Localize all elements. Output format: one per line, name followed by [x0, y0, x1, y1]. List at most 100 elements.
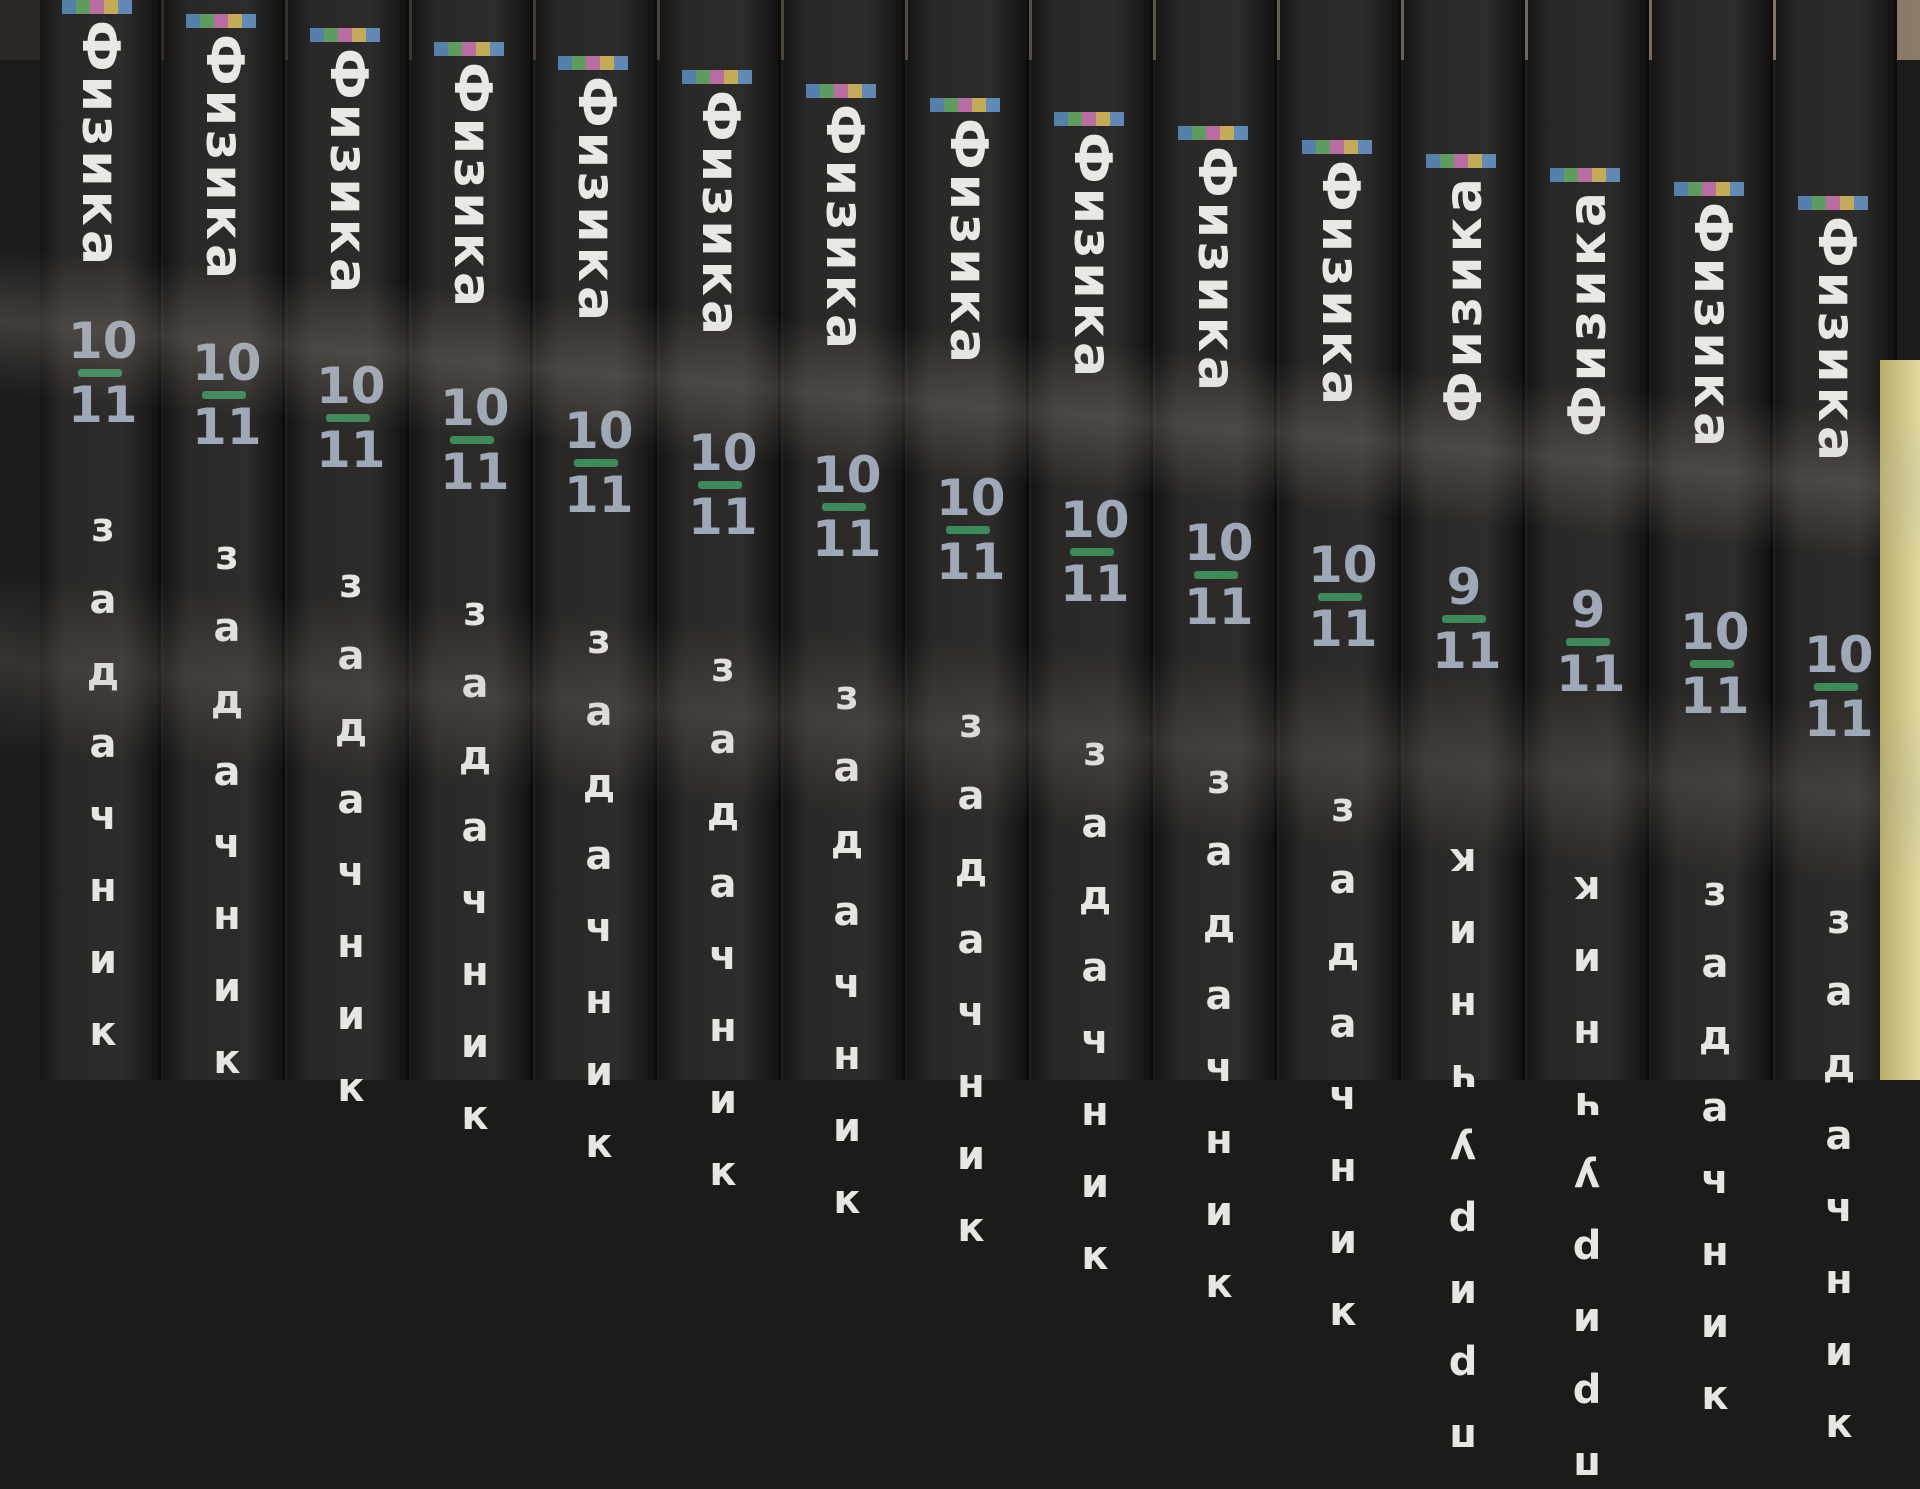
grade-top: 10 — [1308, 536, 1378, 594]
spine-title: Физика — [318, 48, 378, 298]
spine-subtitle: задачник — [328, 561, 374, 1137]
book-spine: Физика 9 11 приручник — [1528, 0, 1649, 1489]
grade-label: 10 11 — [688, 427, 758, 543]
bookshelf: Физика 10 11 задачник Физика 10 11 задачник Физи… — [0, 0, 1920, 1489]
shelf-edge — [1880, 360, 1920, 1080]
book-spine: Физика 10 11 задачник — [1776, 0, 1897, 1473]
color-strip — [1674, 182, 1744, 196]
grade-label: 10 11 — [936, 472, 1006, 588]
grade-bottom: 11 — [1184, 577, 1254, 636]
grade-label: 10 11 — [316, 360, 386, 476]
spine-subtitle: задачник — [452, 589, 498, 1165]
book-spine: Физика 10 11 задачник — [536, 0, 657, 1193]
grade-top: 10 — [812, 446, 882, 505]
grade-top: 10 — [564, 401, 634, 460]
grade-top: 10 — [936, 468, 1006, 527]
grade-top: 10 — [1804, 625, 1874, 684]
spine-subtitle: задачник — [1816, 897, 1862, 1473]
spine-subtitle: задачник — [80, 505, 126, 1081]
grade-top: 9 — [1446, 558, 1482, 617]
spine-title: Физика — [566, 76, 626, 326]
spine-title: Физика — [1434, 174, 1494, 424]
color-strip — [1054, 112, 1124, 126]
grade-bottom: 11 — [192, 398, 262, 457]
spine-title: Физика — [442, 62, 502, 312]
grade-label: 10 11 — [192, 337, 262, 453]
grade-label: 10 11 — [440, 382, 510, 498]
spine-subtitle: задачник — [1320, 785, 1366, 1361]
grade-bottom: 11 — [564, 465, 634, 524]
book-spine: Физика 10 11 задачник — [660, 0, 781, 1221]
grade-label: 10 11 — [812, 449, 882, 565]
book-spine: Физика 10 11 задачник — [1652, 0, 1773, 1445]
spine-title: Физика — [690, 90, 750, 340]
grade-bottom: 11 — [1060, 555, 1130, 614]
spine-subtitle: приручник — [1564, 841, 1610, 1489]
grade-label: 9 11 — [1432, 558, 1502, 677]
spine-subtitle: задачник — [824, 673, 870, 1249]
book-spine: Физика 10 11 задачник — [40, 0, 161, 1081]
spine-subtitle: задачник — [700, 645, 746, 1221]
grade-top: 10 — [316, 356, 386, 415]
grade-label: 10 11 — [1060, 494, 1130, 610]
spine-title: Физика — [1062, 132, 1122, 382]
grade-top: 10 — [1060, 491, 1130, 550]
spine-title: Физика — [814, 104, 874, 354]
spine-title: Физика — [1558, 188, 1618, 438]
color-strip — [1426, 154, 1496, 168]
book-spine: Физика 10 11 задачник — [908, 0, 1029, 1277]
grade-label: 10 11 — [1308, 539, 1378, 655]
color-strip — [682, 70, 752, 84]
grade-bottom: 11 — [440, 443, 510, 502]
color-strip — [1550, 168, 1620, 182]
grade-bottom: 11 — [812, 510, 882, 569]
color-strip — [1178, 126, 1248, 140]
spine-subtitle: задачник — [1196, 757, 1242, 1333]
book-spine: Физика 10 11 задачник — [1032, 0, 1153, 1305]
color-strip — [930, 98, 1000, 112]
book-spine: Физика 10 11 задачник — [784, 0, 905, 1249]
spine-subtitle: задачник — [204, 533, 250, 1109]
book-spine: Физика 10 11 задачник — [164, 0, 285, 1109]
spine-title: Физика — [938, 118, 998, 368]
grade-label: 10 11 — [1680, 606, 1750, 722]
grade-top: 10 — [68, 312, 138, 370]
color-strip — [434, 42, 504, 56]
grade-bottom: 11 — [1556, 644, 1626, 703]
spine-title: Физика — [194, 34, 254, 284]
color-strip — [62, 0, 132, 14]
grade-top: 10 — [440, 379, 510, 438]
grade-label: 10 11 — [68, 315, 138, 431]
spine-title: Физика — [1806, 216, 1866, 466]
book-spine: Физика 10 11 задачник — [1156, 0, 1277, 1333]
grade-top: 9 — [1570, 580, 1606, 639]
grade-bottom: 11 — [688, 488, 758, 546]
grade-bottom: 11 — [1680, 667, 1750, 726]
spine-subtitle: приручник — [1440, 813, 1486, 1461]
grade-label: 10 11 — [1184, 517, 1254, 633]
grade-label: 10 11 — [1804, 629, 1874, 745]
spine-subtitle: задачник — [1072, 729, 1118, 1305]
spine-title: Физика — [1310, 160, 1370, 410]
grade-bottom: 11 — [1804, 689, 1874, 748]
color-strip — [310, 28, 380, 42]
book-spine: Физика 9 11 приручник — [1404, 0, 1525, 1461]
grade-bottom: 11 — [1432, 622, 1502, 681]
color-strip — [558, 56, 628, 70]
spine-title: Физика — [1682, 202, 1742, 452]
grade-bottom: 11 — [1308, 600, 1378, 658]
spine-subtitle: задачник — [576, 617, 622, 1193]
book-spine: Физика 10 11 задачник — [1280, 0, 1401, 1361]
grade-bottom: 11 — [936, 532, 1006, 591]
spine-title: Физика — [1186, 146, 1246, 396]
spine-subtitle: задачник — [1692, 869, 1738, 1445]
color-strip — [186, 14, 256, 28]
grade-top: 10 — [192, 334, 262, 393]
grade-bottom: 11 — [68, 376, 138, 434]
grade-label: 9 11 — [1556, 580, 1626, 700]
grade-top: 10 — [1680, 603, 1750, 662]
book-spine: Физика 10 11 задачник — [288, 0, 409, 1137]
spine-subtitle: задачник — [948, 701, 994, 1277]
grade-top: 10 — [688, 424, 758, 482]
color-strip — [1302, 140, 1372, 154]
